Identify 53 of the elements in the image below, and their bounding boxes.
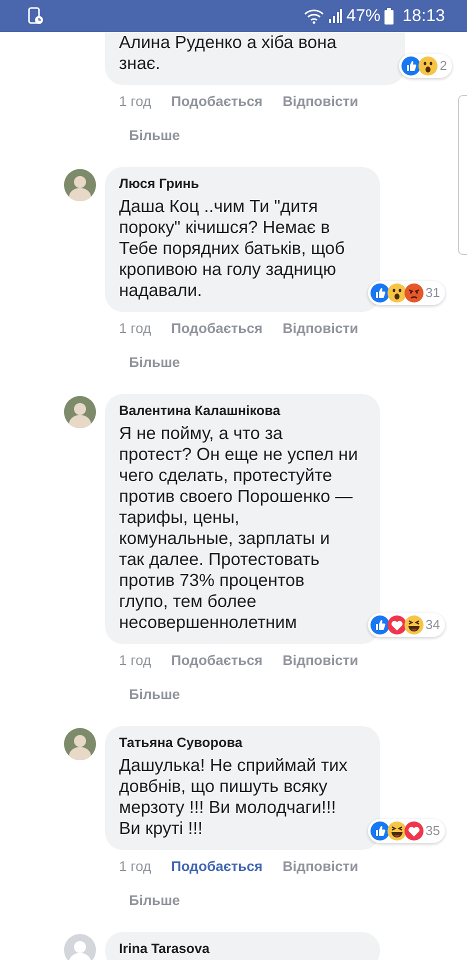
more-link[interactable]: Більше <box>129 684 180 704</box>
reaction-summary[interactable]: 35 <box>368 819 445 843</box>
reply-link[interactable]: Відповісти <box>282 856 358 876</box>
like-reaction-icon <box>400 56 421 76</box>
author-name[interactable]: Irina Tarasova <box>119 940 366 957</box>
reaction-count: 35 <box>426 822 440 840</box>
clock: 18:13 <box>402 5 445 28</box>
like-link[interactable]: Подобається <box>171 91 263 111</box>
laughing-reaction-icon <box>386 821 407 841</box>
comment-text: Алина Руденко а хіба вона знає. <box>119 32 336 74</box>
comment-text: Дашулька! Не сприймай тих довбнів, що пишуть всяку мерзоту !!! Ви молодчаги!!! Ви круті !!! <box>119 755 348 839</box>
scrollbar[interactable] <box>458 95 467 255</box>
heart-reaction-icon <box>404 821 424 841</box>
reaction-count: 2 <box>440 57 447 76</box>
like-link[interactable]: Подобається <box>171 318 263 338</box>
heart-reaction-icon <box>386 615 407 635</box>
like-link[interactable]: Подобається <box>171 856 263 876</box>
angry-reaction-icon <box>404 283 424 303</box>
avatar[interactable] <box>64 728 96 760</box>
comment-time: 1 год <box>119 857 152 876</box>
author-name[interactable]: Татьяна Суворова <box>119 734 366 751</box>
comment-time: 1 год <box>119 651 152 670</box>
reply-link[interactable]: Відповісти <box>282 91 358 111</box>
author-name[interactable]: Люся Гринь <box>119 175 366 192</box>
reaction-summary[interactable]: 31 <box>368 281 445 305</box>
reaction-count: 31 <box>426 284 440 302</box>
wow-reaction-icon <box>418 56 438 76</box>
like-reaction-icon <box>370 283 390 303</box>
avatar[interactable] <box>64 396 96 428</box>
wow-reaction-icon <box>386 283 407 303</box>
laughing-reaction-icon <box>404 615 424 635</box>
more-link[interactable]: Більше <box>129 125 180 145</box>
reply-link[interactable]: Відповісти <box>282 650 358 670</box>
more-link[interactable]: Більше <box>129 352 180 372</box>
like-reaction-icon <box>370 821 390 841</box>
like-reaction-icon <box>370 615 390 635</box>
comment-time: 1 год <box>119 319 152 338</box>
reaction-summary[interactable]: 34 <box>368 613 445 637</box>
author-name[interactable]: Валентина Калашнікова <box>119 402 366 419</box>
comment-text: Даша Коц ..чим Ти "дитя пороку" кічишся? Немає в Тебе порядних батьків, щоб кропивою на голу задницю надавали. <box>119 196 345 301</box>
avatar[interactable] <box>64 169 96 201</box>
reply-link[interactable]: Відповісти <box>282 318 358 338</box>
battery-level: 47% <box>346 5 380 28</box>
reaction-count: 34 <box>426 616 440 634</box>
comment-time: 1 год <box>119 92 152 111</box>
wifi-icon <box>304 8 324 24</box>
signal-icon <box>328 9 342 23</box>
more-link[interactable]: Більше <box>129 890 180 910</box>
like-link[interactable]: Подобається <box>171 650 263 670</box>
comment-text: Я не пойму, а что за протест? Он еще не успел ни чего сделать, протестуйте против своего Порошенко — тарифы, цены, комунальные, зарплаты и так далее. Протестовать против 73% процентов глупо, тем более несовершеннолетним <box>119 423 358 633</box>
battery-icon <box>384 8 394 24</box>
reaction-summary[interactable]: 2 <box>398 54 452 78</box>
screen-recorder-icon <box>28 7 44 25</box>
